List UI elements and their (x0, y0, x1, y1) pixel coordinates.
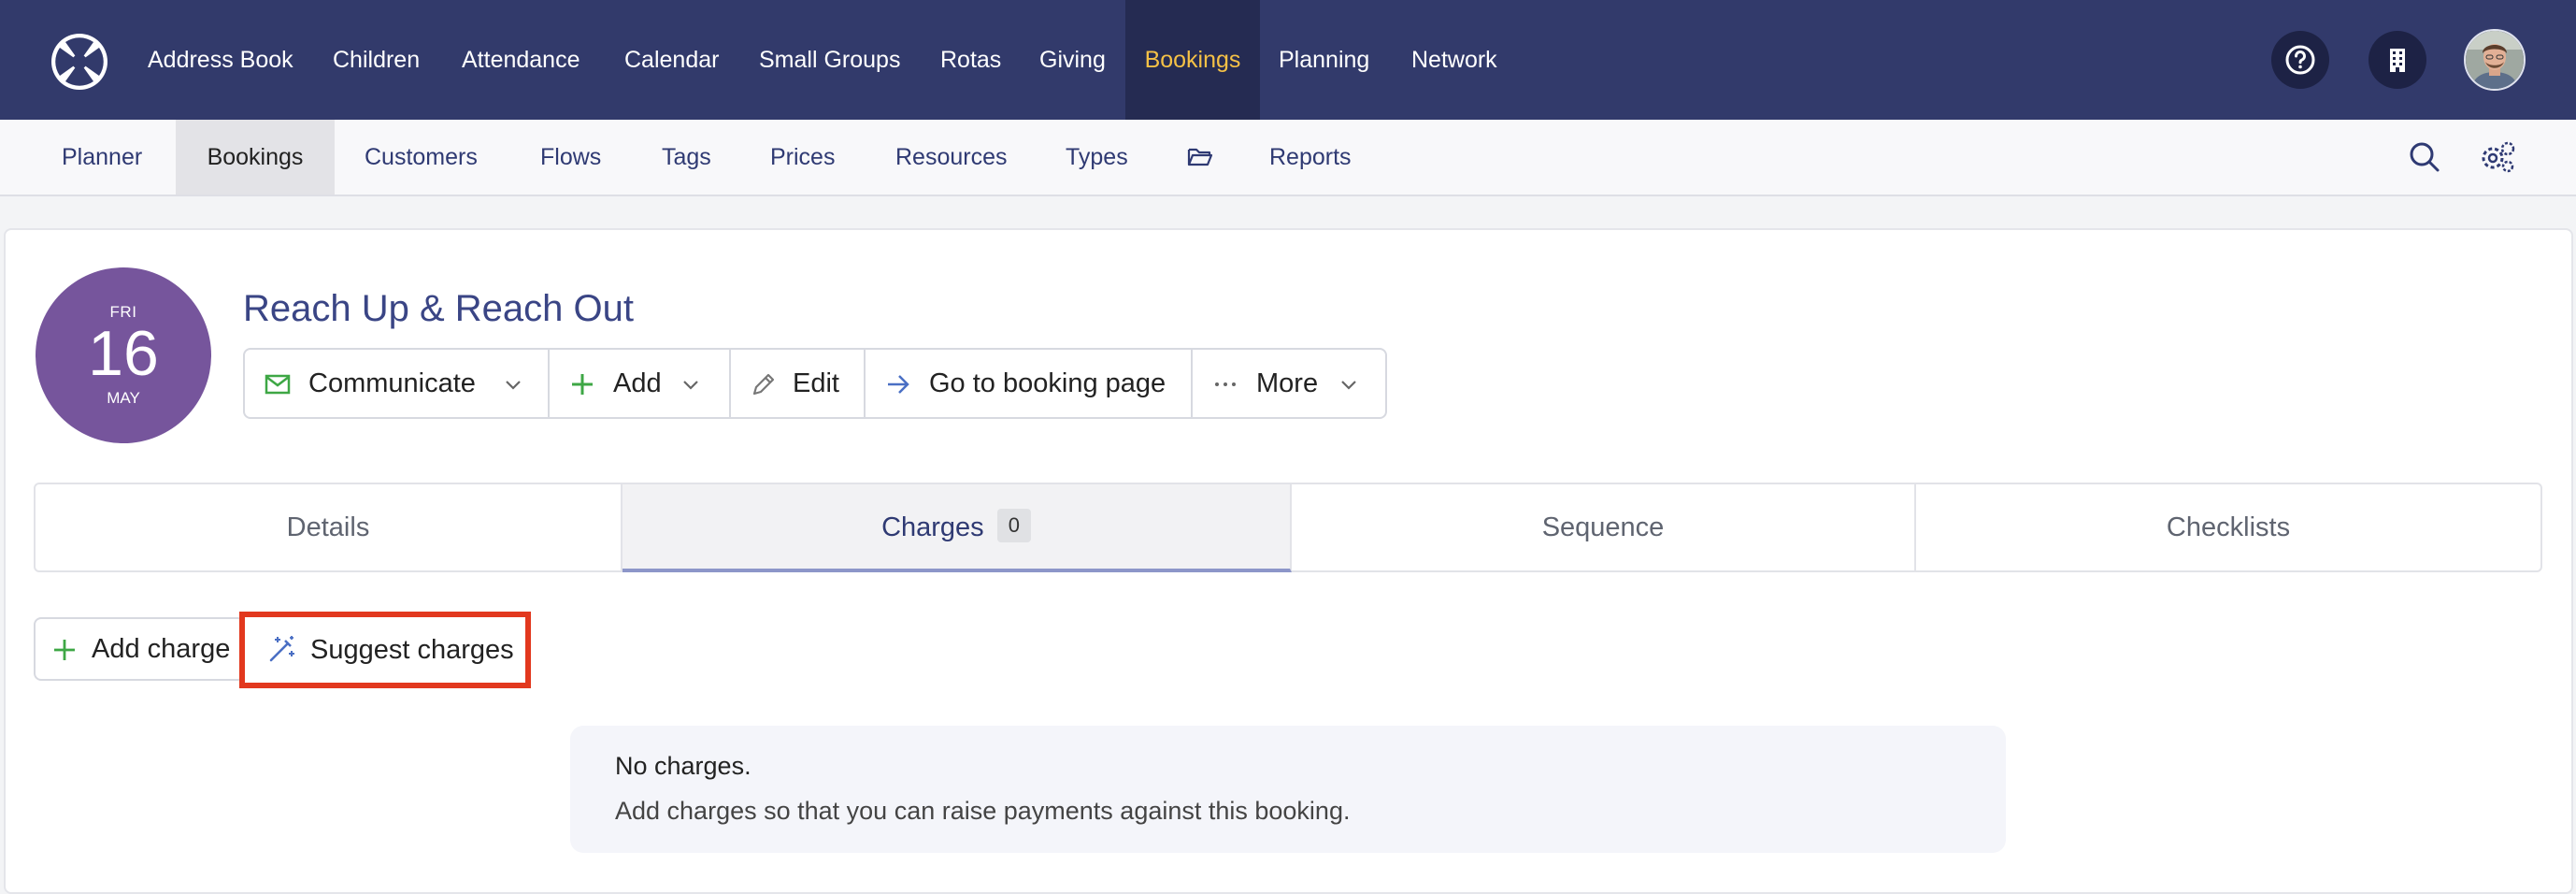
folder-icon (1187, 148, 1213, 166)
help-button[interactable] (2271, 31, 2329, 89)
help-icon (2285, 45, 2315, 75)
subnav-types[interactable]: Types (1066, 120, 1128, 195)
logo-icon[interactable] (49, 31, 110, 93)
nav-small-groups[interactable]: Small Groups (759, 0, 900, 120)
add-button[interactable]: Add (550, 350, 731, 417)
edit-button[interactable]: Edit (731, 350, 866, 417)
tab-checklists[interactable]: Checklists (1916, 484, 2540, 570)
charges-count-badge: 0 (996, 509, 1031, 543)
plus-icon (572, 374, 593, 395)
date-day: 16 (88, 318, 159, 389)
empty-state-message: Add charges so that you can raise paymen… (615, 797, 1351, 825)
chevron-down-icon (506, 381, 521, 390)
chevron-down-icon (1341, 381, 1356, 390)
suggest-charges-button[interactable]: Suggest charges (239, 612, 531, 688)
nav-children[interactable]: Children (333, 0, 420, 120)
sub-navigation: Planner Bookings Customers Flows Tags Pr… (0, 120, 2576, 196)
nav-calendar[interactable]: Calendar (624, 0, 719, 120)
organisation-button[interactable] (2368, 31, 2426, 89)
more-button[interactable]: More (1193, 350, 1385, 417)
nav-network[interactable]: Network (1411, 0, 1497, 120)
arrow-right-icon (888, 375, 909, 394)
subnav-bookings[interactable]: Bookings (176, 120, 335, 195)
add-charge-button[interactable]: Add charge (34, 617, 245, 681)
tab-sequence[interactable]: Sequence (1292, 484, 1916, 570)
booking-actions: Communicate Add Edit Go to booking page … (243, 348, 1387, 419)
envelope-icon (265, 374, 291, 395)
nav-planning[interactable]: Planning (1279, 0, 1369, 120)
nav-bookings[interactable]: Bookings (1125, 0, 1260, 120)
subnav-tags[interactable]: Tags (662, 120, 711, 195)
nav-rotas[interactable]: Rotas (940, 0, 1001, 120)
ellipsis-icon (1215, 382, 1236, 386)
building-icon (2390, 49, 2405, 72)
tab-details[interactable]: Details (36, 484, 623, 570)
subnav-resources[interactable]: Resources (895, 120, 1008, 195)
subnav-prices[interactable]: Prices (770, 120, 835, 195)
subnav-planner[interactable]: Planner (62, 120, 142, 195)
search-icon[interactable] (2406, 138, 2443, 176)
subnav-flows[interactable]: Flows (540, 120, 601, 195)
avatar[interactable] (2464, 29, 2526, 91)
plus-icon (54, 640, 75, 660)
pencil-icon (752, 373, 775, 396)
go-to-booking-page-button[interactable]: Go to booking page (866, 350, 1193, 417)
tab-charges[interactable]: Charges 0 (623, 484, 1292, 572)
date-month: MAY (107, 389, 140, 407)
date-badge: FRI 16 MAY (36, 267, 211, 443)
top-navigation: Address Book Children Attendance Calenda… (0, 0, 2576, 120)
nav-giving[interactable]: Giving (1039, 0, 1106, 120)
booking-title: Reach Up & Reach Out (243, 288, 634, 329)
subnav-customers[interactable]: Customers (365, 120, 478, 195)
nav-address-book[interactable]: Address Book (148, 0, 293, 120)
empty-state: No charges. Add charges so that you can … (570, 726, 2006, 853)
empty-state-title: No charges. (615, 752, 751, 780)
user-photo-icon (2466, 31, 2524, 89)
settings-icon[interactable] (2479, 138, 2516, 176)
communicate-button[interactable]: Communicate (245, 350, 550, 417)
magic-wand-icon (269, 636, 294, 662)
subnav-reports[interactable]: Reports (1187, 120, 1352, 195)
chevron-down-icon (683, 381, 698, 390)
nav-attendance[interactable]: Attendance (462, 0, 580, 120)
booking-tabs: Details Charges 0 Sequence Checklists (34, 483, 2542, 572)
